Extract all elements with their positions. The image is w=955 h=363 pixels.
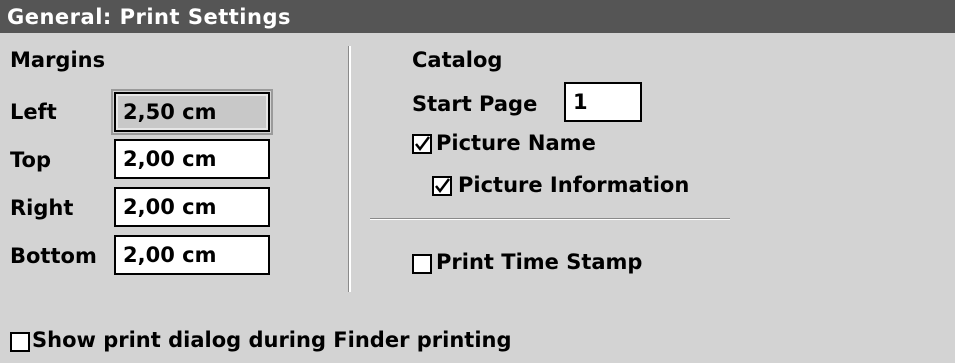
show-print-dialog-checkbox[interactable] (10, 332, 30, 352)
left-margin-field[interactable]: 2,50 cm (111, 89, 273, 135)
start-page-label: Start Page (412, 92, 538, 116)
horizontal-divider (370, 218, 730, 220)
window-title: General: Print Settings (7, 4, 291, 29)
window-title-bar[interactable]: General: Print Settings (0, 0, 955, 33)
top-margin-field[interactable]: 2,00 cm (114, 139, 270, 179)
bottom-margin-label: Bottom (10, 244, 97, 268)
left-margin-value: 2,50 cm (123, 100, 217, 124)
catalog-heading: Catalog (412, 48, 503, 72)
right-margin-label: Right (10, 196, 74, 220)
right-margin-value: 2,00 cm (123, 195, 217, 219)
print-time-stamp-label[interactable]: Print Time Stamp (436, 250, 642, 274)
checkmark-icon (435, 178, 450, 194)
start-page-value: 1 (573, 90, 588, 114)
vertical-divider (348, 46, 351, 292)
picture-name-checkbox[interactable] (412, 134, 432, 154)
picture-information-checkbox[interactable] (432, 176, 452, 196)
print-time-stamp-checkbox[interactable] (412, 254, 432, 274)
picture-name-label[interactable]: Picture Name (436, 131, 596, 155)
bottom-margin-field[interactable]: 2,00 cm (114, 235, 270, 275)
picture-information-label[interactable]: Picture Information (458, 173, 689, 197)
margins-heading: Margins (10, 48, 106, 72)
top-margin-label: Top (10, 148, 51, 172)
right-margin-field[interactable]: 2,00 cm (114, 187, 270, 227)
bottom-margin-value: 2,00 cm (123, 243, 217, 267)
top-margin-value: 2,00 cm (123, 147, 217, 171)
start-page-field[interactable]: 1 (564, 82, 642, 122)
show-print-dialog-label[interactable]: Show print dialog during Finder printing (32, 328, 512, 352)
left-margin-label: Left (10, 100, 57, 124)
checkmark-icon (415, 136, 430, 152)
